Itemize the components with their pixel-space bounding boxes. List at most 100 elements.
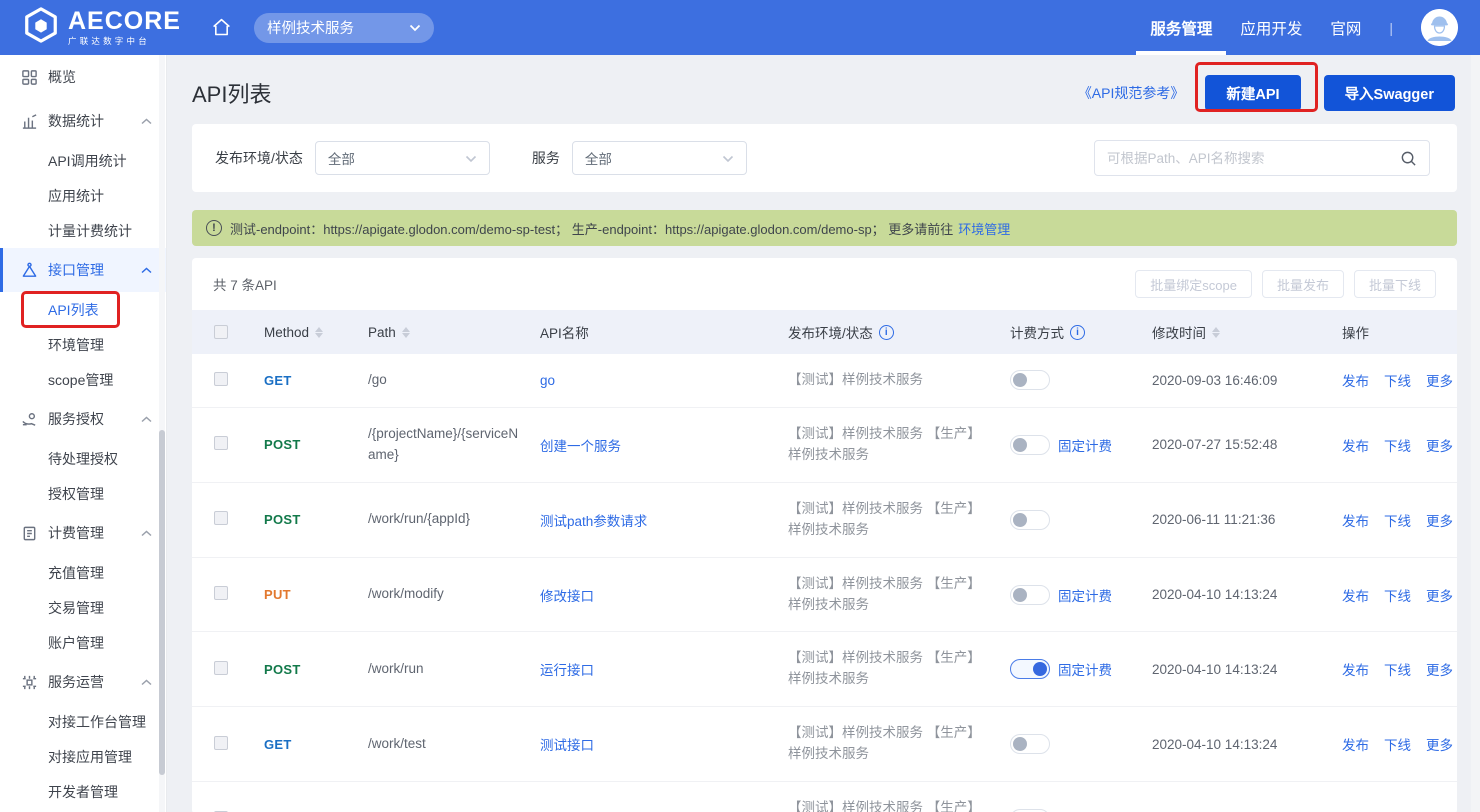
billing-toggle[interactable] <box>1010 510 1050 530</box>
method-badge: POST <box>264 662 368 677</box>
chevron-up-icon[interactable] <box>141 118 152 125</box>
sidebar-item-pending-auth[interactable]: 待处理授权 <box>0 441 166 476</box>
billing-toggle[interactable] <box>1010 734 1050 754</box>
sidebar-item-api-list[interactable]: API列表 <box>0 292 166 327</box>
sidebar-item-auth-management[interactable]: 授权管理 <box>0 476 166 511</box>
table-row: POST /{projectName}/{serviceName} 创建一个服务… <box>192 408 1457 483</box>
row-checkbox[interactable] <box>214 661 228 675</box>
sidebar-item-overview[interactable]: 概览 <box>0 55 166 99</box>
billing-toggle[interactable] <box>1010 585 1050 605</box>
page-scrollbar-track[interactable] <box>1471 55 1480 812</box>
service-filter-select[interactable]: 全部 <box>572 141 747 175</box>
billing-type-link[interactable]: 固定计费 <box>1058 659 1112 679</box>
batch-offline-button[interactable]: 批量下线 <box>1354 270 1436 298</box>
row-checkbox[interactable] <box>214 736 228 750</box>
offline-action[interactable]: 下线 <box>1384 659 1411 679</box>
sidebar-item-transaction-management[interactable]: 交易管理 <box>0 590 166 625</box>
more-action[interactable]: 更多 <box>1426 585 1453 605</box>
sidebar-scrollbar-thumb[interactable] <box>159 430 165 775</box>
select-all-checkbox[interactable] <box>214 325 228 339</box>
billing-icon <box>20 524 38 542</box>
home-icon[interactable] <box>211 17 232 38</box>
billing-type-link[interactable]: 固定计费 <box>1058 435 1112 455</box>
sidebar-item-account-management[interactable]: 账户管理 <box>0 625 166 660</box>
sidebar-item-workbench-management[interactable]: 对接工作台管理 <box>0 704 166 739</box>
publish-action[interactable]: 发布 <box>1342 585 1369 605</box>
operations-icon <box>20 673 38 691</box>
sidebar-group-data-stats[interactable]: 数据统计 <box>0 99 166 143</box>
publish-action[interactable]: 发布 <box>1342 734 1369 754</box>
env-status-text: 【测试】样例技术服务 <box>788 370 1010 391</box>
sidebar-group-api-management[interactable]: 接口管理 <box>0 248 166 292</box>
billing-toggle[interactable] <box>1010 370 1050 390</box>
nav-item-official-site[interactable]: 官网 <box>1330 0 1361 55</box>
more-action[interactable]: 更多 <box>1426 370 1453 390</box>
info-icon[interactable] <box>879 325 894 340</box>
sidebar-group-service-auth[interactable]: 服务授权 <box>0 397 166 441</box>
batch-bind-scope-button[interactable]: 批量绑定scope <box>1135 270 1252 298</box>
publish-action[interactable]: 发布 <box>1342 435 1369 455</box>
offline-action[interactable]: 下线 <box>1384 734 1411 754</box>
chevron-up-icon[interactable] <box>141 679 152 686</box>
more-action[interactable]: 更多 <box>1426 435 1453 455</box>
api-name-link[interactable]: 测试接口 <box>540 734 788 754</box>
sidebar-item-env-management[interactable]: 环境管理 <box>0 327 166 362</box>
more-action[interactable]: 更多 <box>1426 659 1453 679</box>
api-name-link[interactable]: go <box>540 373 788 388</box>
nav-item-service-management[interactable]: 服务管理 <box>1150 0 1212 55</box>
row-checkbox[interactable] <box>214 586 228 600</box>
sidebar-item-integration-app-management[interactable]: 对接应用管理 <box>0 739 166 774</box>
chevron-up-icon[interactable] <box>141 530 152 537</box>
sidebar-item-label: 服务运营 <box>48 672 104 692</box>
sidebar-group-service-operations[interactable]: 服务运营 <box>0 660 166 704</box>
chevron-up-icon[interactable] <box>141 416 152 423</box>
sidebar-item-developer-management[interactable]: 开发者管理 <box>0 774 166 809</box>
api-name-link[interactable]: 修改接口 <box>540 585 788 605</box>
info-icon[interactable] <box>1070 325 1085 340</box>
billing-type-link[interactable]: 固定计费 <box>1058 585 1112 605</box>
row-checkbox[interactable] <box>214 511 228 525</box>
api-name-link[interactable]: 创建一个服务 <box>540 435 788 455</box>
table-header-row: Method Path API名称 发布环境/状态 计费方式 修改时间 操作 <box>192 310 1457 354</box>
publish-action[interactable]: 发布 <box>1342 510 1369 530</box>
sidebar-item-metering-billing-stats[interactable]: 计量计费统计 <box>0 213 166 248</box>
sidebar-item-recharge-management[interactable]: 充值管理 <box>0 555 166 590</box>
publish-action[interactable]: 发布 <box>1342 370 1369 390</box>
offline-action[interactable]: 下线 <box>1384 435 1411 455</box>
sidebar-item-label: 数据统计 <box>48 111 104 131</box>
column-header-modified-time: 修改时间 <box>1152 322 1206 342</box>
publish-action[interactable]: 发布 <box>1342 659 1369 679</box>
api-name-link[interactable]: 测试path参数请求 <box>540 510 788 530</box>
more-action[interactable]: 更多 <box>1426 510 1453 530</box>
sidebar-item-api-call-stats[interactable]: API调用统计 <box>0 143 166 178</box>
chevron-up-icon[interactable] <box>141 267 152 274</box>
api-path: /work/run <box>368 659 540 680</box>
sort-icon[interactable] <box>402 327 410 338</box>
import-swagger-button[interactable]: 导入Swagger <box>1324 75 1455 111</box>
search-input[interactable] <box>1107 151 1400 166</box>
offline-action[interactable]: 下线 <box>1384 370 1411 390</box>
api-spec-reference-link[interactable]: 《API规范参考》 <box>1078 83 1185 103</box>
user-avatar[interactable] <box>1421 9 1458 46</box>
sidebar-item-scope-management[interactable]: scope管理 <box>0 362 166 397</box>
billing-toggle[interactable] <box>1010 659 1050 679</box>
offline-action[interactable]: 下线 <box>1384 510 1411 530</box>
env-status-filter-select[interactable]: 全部 <box>315 141 490 175</box>
more-action[interactable]: 更多 <box>1426 734 1453 754</box>
sort-icon[interactable] <box>315 327 323 338</box>
nav-item-app-development[interactable]: 应用开发 <box>1240 0 1302 55</box>
batch-publish-button[interactable]: 批量发布 <box>1262 270 1344 298</box>
sort-icon[interactable] <box>1212 327 1220 338</box>
sidebar-item-label: 交易管理 <box>48 598 104 618</box>
sidebar-item-app-stats[interactable]: 应用统计 <box>0 178 166 213</box>
billing-toggle[interactable] <box>1010 435 1050 455</box>
row-checkbox[interactable] <box>214 372 228 386</box>
offline-action[interactable]: 下线 <box>1384 585 1411 605</box>
sidebar-group-billing-management[interactable]: 计费管理 <box>0 511 166 555</box>
env-management-link[interactable]: 环境管理 <box>958 219 1010 238</box>
api-name-link[interactable]: 运行接口 <box>540 659 788 679</box>
service-selector-dropdown[interactable]: 样例技术服务 <box>254 13 434 43</box>
row-checkbox[interactable] <box>214 436 228 450</box>
search-icon[interactable] <box>1400 150 1417 167</box>
create-api-button[interactable]: 新建API <box>1205 75 1300 111</box>
